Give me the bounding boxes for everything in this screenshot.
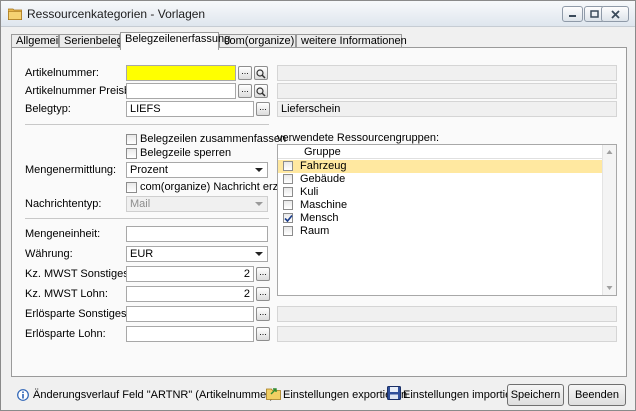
artikelnummer-input[interactable] [126,65,236,81]
belegtyp-label: Belegtyp: [25,103,71,115]
row-label: Fahrzeug [300,160,347,172]
row-label: Maschine [300,199,348,211]
list-item[interactable]: Gebäude [278,173,603,186]
info-icon [17,389,29,401]
artikelnummer-search-button[interactable] [254,66,268,80]
artikelnummer-desc [277,65,617,81]
row-label: Mensch [300,212,339,224]
scroll-up-icon [606,150,613,154]
erloesparte-lohn-label: Erlösparte Lohn: [25,328,106,340]
scroll-down-icon [606,286,613,290]
sperren-checkbox[interactable] [126,148,137,159]
list-header: Gruppe [278,145,603,159]
row-checkbox[interactable] [283,200,293,210]
chevron-down-icon [255,202,263,206]
preisbasis-browse-button[interactable]: ... [238,84,252,98]
mengeneinheit-input[interactable] [126,226,268,242]
title-bar[interactable]: Ressourcenkategorien - Vorlagen [1,1,635,27]
dialog-window: Ressourcenkategorien - Vorlagen Allgemei… [0,0,636,411]
nachrichtentyp-value: Mail [130,198,151,210]
erloesparte-lohn-desc [277,326,617,342]
ressourcengruppen-list[interactable]: Gruppe Fahrzeug Gebäude Kuli Maschine Me… [277,144,617,296]
mwst-sonstiges-browse-button[interactable]: ... [256,267,270,281]
mengenermittlung-value: Prozent [130,164,168,176]
nachrichtentyp-label: Nachrichtentyp: [25,198,102,210]
maximize-icon [590,10,599,18]
change-history-link[interactable]: Änderungsverlauf Feld "ARTNR" (Artikelnu… [33,389,274,401]
preisbasis-search-button[interactable] [254,84,268,98]
preisbasis-desc [277,83,617,99]
row-checkbox[interactable] [283,226,293,236]
preisbasis-input[interactable] [126,83,236,99]
zusammenfassen-label: Belegzeilen zusammenfassen [140,133,287,145]
mengenermittlung-select[interactable]: Prozent [126,162,268,178]
erloesparte-sonstiges-desc [277,306,617,322]
list-item[interactable]: Kuli [278,186,603,199]
row-label: Gebäude [300,173,346,185]
list-item[interactable]: Fahrzeug [278,160,603,173]
checkmark-icon [284,214,293,223]
divider [25,124,269,125]
mwst-lohn-browse-button[interactable]: ... [256,287,270,301]
row-checkbox[interactable] [283,174,293,184]
mwst-lohn-label: Kz. MWST Lohn: [25,288,108,300]
tab-belegzeilenerfassung[interactable]: Belegzeilenerfassung [120,32,230,50]
list-item[interactable]: Mensch [278,212,603,225]
list-item[interactable]: Maschine [278,199,603,212]
export-folder-icon [266,388,281,400]
mwst-sonstiges-label: Kz. MWST Sonstiges: [25,268,132,280]
nachrichtentyp-select[interactable]: Mail [126,196,268,212]
column-header-gruppe[interactable]: Gruppe [304,146,341,158]
chevron-down-icon [255,252,263,256]
row-checkbox[interactable] [283,161,293,171]
tab-panel: Artikelnummer: ... Artikelnummer Preisba… [11,47,627,377]
mwst-lohn-input[interactable]: 2 [126,286,254,302]
mengenermittlung-label: Mengenermittlung: [25,164,117,176]
divider [25,218,269,219]
ressourcengruppen-label: verwendete Ressourcengruppen: [277,132,440,144]
erloesparte-sonstiges-label: Erlösparte Sonstiges: [25,308,130,320]
row-label: Kuli [300,186,319,198]
minimize-icon [569,15,576,17]
belegtyp-desc: Lieferschein [277,101,617,117]
waehrung-select[interactable]: EUR [126,246,268,262]
chevron-down-icon [255,168,263,172]
artikelnummer-browse-button[interactable]: ... [238,66,252,80]
window-title: Ressourcenkategorien - Vorlagen [27,7,206,21]
artikelnummer-label: Artikelnummer: [25,67,99,79]
floppy-disk-icon [387,386,401,400]
row-label: Raum [300,225,330,237]
close-button[interactable] [601,6,629,22]
list-item[interactable]: Raum [278,225,603,238]
nachricht-checkbox[interactable] [126,182,137,193]
sperren-label: Belegzeile sperren [140,147,232,159]
row-checkbox-checked[interactable] [283,213,293,223]
folder-icon [8,8,22,20]
row-checkbox[interactable] [283,187,293,197]
waehrung-value: EUR [130,248,154,260]
belegtyp-input[interactable]: LIEFS [126,101,254,117]
erloesparte-lohn-input[interactable] [126,326,254,342]
belegtyp-browse-button[interactable]: ... [256,102,270,116]
list-scrollbar[interactable] [602,145,616,295]
erloesparte-sonstiges-browse-button[interactable]: ... [256,307,270,321]
waehrung-label: Währung: [25,248,73,260]
erloesparte-lohn-browse-button[interactable]: ... [256,327,270,341]
erloesparte-sonstiges-input[interactable] [126,306,254,322]
mwst-sonstiges-input[interactable]: 2 [126,266,254,282]
magnifier-icon [256,69,266,79]
close-icon [610,9,620,19]
mengeneinheit-label: Mengeneinheit: [25,228,101,240]
zusammenfassen-checkbox[interactable] [126,134,137,145]
save-button[interactable]: Speichern [507,384,564,406]
minimize-button[interactable] [562,6,583,22]
magnifier-icon [256,87,266,97]
close-dialog-button[interactable]: Beenden [568,384,626,406]
